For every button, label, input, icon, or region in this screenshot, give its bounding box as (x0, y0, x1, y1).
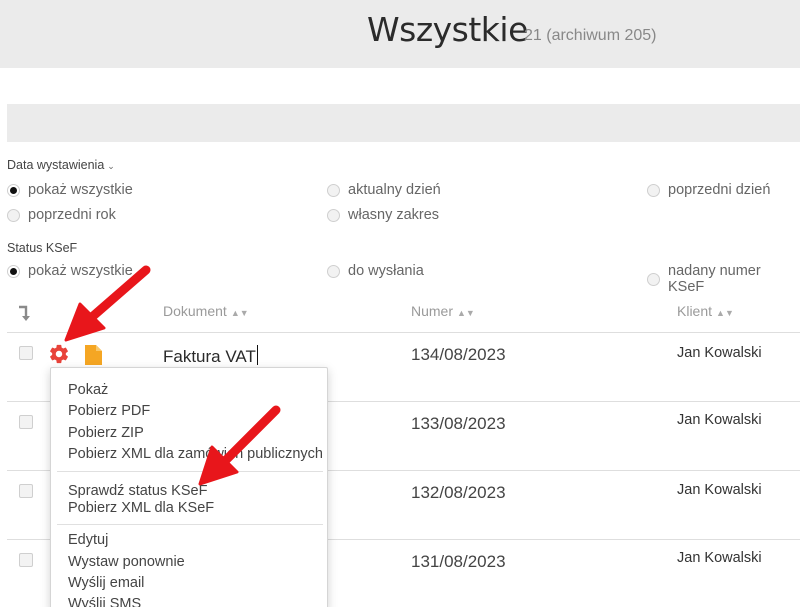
column-header-client[interactable]: Klient ▲▼ (677, 303, 734, 319)
menu-separator (57, 471, 323, 472)
menu-item-check-ksef-status[interactable]: Sprawdź status KSeF (68, 483, 207, 499)
row-client: Jan Kowalski (677, 550, 762, 566)
radio-ksef-all[interactable]: pokaż wszystkie (7, 263, 133, 279)
date-filter-label-text: Data wystawienia (7, 158, 105, 172)
menu-item-download-pdf[interactable]: Pobierz PDF (68, 403, 150, 419)
column-header-number[interactable]: Numer ▲▼ (411, 303, 475, 319)
radio-dot (327, 264, 340, 278)
document-count: 21 (archiwum 205) (524, 27, 657, 44)
radio-date-today[interactable]: aktualny dzień (327, 182, 441, 198)
menu-item-send-email[interactable]: Wyślij email (68, 575, 144, 591)
row-document[interactable]: Faktura VAT (163, 345, 258, 367)
gear-icon[interactable] (48, 343, 70, 365)
row-client: Jan Kowalski (677, 482, 762, 498)
menu-separator (57, 524, 323, 525)
radio-date-custom-range[interactable]: własny zakres (327, 207, 439, 223)
chevron-down-icon: ⌄ (107, 161, 115, 171)
column-header-label: Klient (677, 303, 713, 319)
radio-label: poprzedni rok (28, 207, 116, 223)
radio-dot (327, 208, 340, 222)
radio-dot (7, 264, 20, 278)
row-number: 134/08/2023 (411, 345, 506, 364)
document-name: Faktura VAT (163, 347, 256, 366)
page-header: Wszystkie 21 (archiwum 205) (0, 0, 800, 68)
radio-ksef-number-assigned[interactable]: nadany numer KSeF (647, 263, 800, 295)
radio-label: własny zakres (348, 207, 440, 223)
menu-item-download-xml-public[interactable]: Pobierz XML dla zamówień publicznych (68, 446, 323, 462)
radio-label: pokaż wszystkie (28, 263, 133, 279)
row-checkbox[interactable] (19, 553, 33, 567)
row-checkbox[interactable] (19, 415, 33, 429)
row-actions-menu: Pokaż Pobierz PDF Pobierz ZIP Pobierz XM… (50, 367, 328, 607)
menu-item-show[interactable]: Pokaż (68, 382, 108, 398)
menu-item-edit[interactable]: Edytuj (68, 532, 108, 548)
ksef-filter-label: Status KSeF (7, 241, 78, 255)
radio-date-all[interactable]: pokaż wszystkie (7, 182, 133, 198)
sort-icon: ▲▼ (230, 308, 249, 318)
row-checkbox[interactable] (19, 484, 33, 498)
row-number: 133/08/2023 (411, 414, 506, 433)
radio-label: do wysłania (348, 263, 424, 279)
date-filter-label[interactable]: Data wystawienia ⌄ (7, 158, 115, 172)
row-client: Jan Kowalski (677, 412, 762, 428)
row-divider (7, 332, 800, 333)
row-number: 132/08/2023 (411, 483, 506, 502)
radio-dot (7, 208, 20, 222)
row-number: 131/08/2023 (411, 552, 506, 571)
radio-label: aktualny dzień (348, 182, 441, 198)
text-caret (256, 345, 258, 365)
radio-date-previous-day[interactable]: poprzedni dzień (647, 182, 770, 198)
row-checkbox[interactable] (19, 346, 33, 360)
radio-label: pokaż wszystkie (28, 182, 133, 198)
sort-down-icon[interactable] (17, 305, 31, 323)
menu-item-download-xml-ksef[interactable]: Pobierz XML dla KSeF (68, 500, 214, 516)
column-header-document[interactable]: Dokument ▲▼ (163, 303, 249, 319)
menu-item-reissue[interactable]: Wystaw ponownie (68, 554, 185, 570)
radio-dot (327, 183, 340, 197)
page-title: Wszystkie (367, 10, 528, 49)
radio-label: poprzedni dzień (668, 182, 771, 198)
menu-item-send-sms[interactable]: Wyślij SMS (68, 596, 141, 607)
column-header-label: Numer (411, 303, 454, 319)
sort-icon: ▲▼ (457, 308, 475, 318)
row-client: Jan Kowalski (677, 345, 762, 361)
document-icon[interactable] (85, 345, 102, 365)
radio-dot (7, 183, 20, 197)
column-header-label: Dokument (163, 303, 227, 319)
radio-dot (647, 272, 660, 286)
sort-icon: ▲▼ (716, 308, 734, 318)
radio-label: nadany numer KSeF (668, 263, 761, 295)
filter-bar (7, 104, 800, 142)
radio-ksef-to-send[interactable]: do wysłania (327, 263, 424, 279)
menu-item-download-zip[interactable]: Pobierz ZIP (68, 425, 144, 441)
radio-dot (647, 183, 660, 197)
radio-date-previous-year[interactable]: poprzedni rok (7, 207, 116, 223)
